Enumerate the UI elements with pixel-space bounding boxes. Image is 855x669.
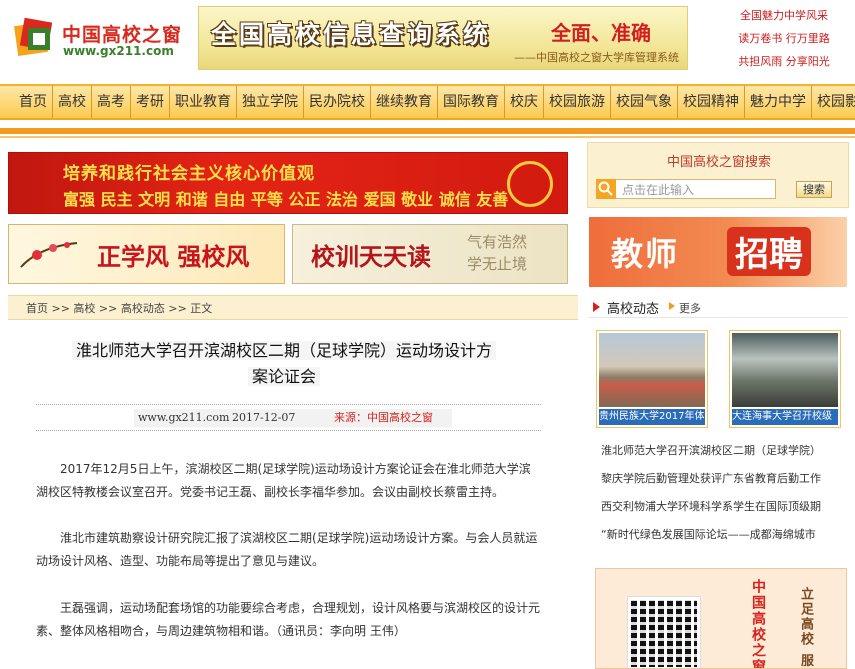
list-item[interactable]: “新时代绿色发展国际论坛——成都海绵城市	[601, 525, 851, 553]
top-link-share[interactable]: 共担风雨 分享阳光	[718, 54, 850, 77]
news-thumbnail[interactable]: 贵州民族大学2017年体	[596, 330, 708, 428]
article-meta: www.gx211.com 2017-12-07 来源：中国高校之窗	[134, 409, 452, 427]
article-title: 淮北师范大学召开滨湖校区二期（足球学院）运动场设计方 案论证会	[54, 338, 514, 390]
search-panel: 中国高校之窗搜索 点击在此输入 搜索	[587, 142, 849, 208]
article-site: www.gx211.com	[138, 411, 230, 424]
nav-item[interactable]: 继续教育	[371, 86, 438, 118]
nav-item[interactable]: 高考	[92, 86, 131, 118]
study-style-banner[interactable]: 正学风 强校风	[8, 224, 285, 284]
news-list: 淮北师范大学召开滨湖校区二期（足球学院） 黎庆学院后勤管理处获评广东省教育后勤工…	[601, 441, 851, 553]
article-paragraph: 淮北市建筑勘察设计研究院汇报了滨湖校区二期(足球学院)运动场设计方案。与会人员就…	[36, 531, 538, 568]
banner-slogan: 全面、准确	[551, 21, 651, 45]
news-photo	[599, 333, 705, 407]
qr-vertical-title: 中国高校之窗	[750, 579, 766, 669]
nav-item[interactable]: 独立学院	[237, 86, 304, 118]
main-nav: 首页 高校 高考 考研 职业教育 独立学院 民办院校 继续教育 国际教育 校庆 …	[0, 84, 855, 120]
plum-blossom-icon	[20, 242, 78, 268]
core-values-list: 富强 民主 文明 和谐 自由 平等 公正 法治 爱国 敬业 诚信 友善	[63, 190, 509, 209]
core-values-banner[interactable]: 培养和践行社会主义核心价值观 富强 民主 文明 和谐 自由 平等 公正 法治 爱…	[8, 152, 568, 214]
recruit-badge: 招聘	[727, 227, 811, 276]
motto-banner[interactable]: 校训天天读 气有浩然 学无止境	[292, 224, 568, 284]
list-item[interactable]: 黎庆学院后勤管理处获评广东省教育后勤工作	[601, 469, 851, 497]
nav-item[interactable]: 考研	[131, 86, 170, 118]
nav-item[interactable]: 校庆	[505, 86, 544, 118]
calligraphy: 气有浩然 学无止境	[467, 231, 527, 275]
news-thumbnail[interactable]: 大连海事大学召开校级	[729, 330, 841, 428]
news-photo	[732, 333, 838, 407]
nav-item[interactable]: 校园精神	[678, 86, 745, 118]
thumbnail-caption: 大连海事大学召开校级	[732, 409, 838, 425]
emblem-icon	[507, 161, 553, 207]
site-logo[interactable]: 中国高校之窗 www.gx211.com	[14, 14, 184, 64]
nav-item[interactable]: 校园旅游	[544, 86, 611, 118]
section-title: 高校动态	[607, 302, 660, 317]
calligraphy-line: 气有浩然	[467, 233, 528, 251]
qr-code-overlay	[628, 597, 700, 668]
top-link-travel[interactable]: 读万卷书 行万里路	[718, 31, 850, 54]
calligraphy-line: 学无止境	[467, 255, 528, 273]
study-style-text: 正学风 强校风	[97, 243, 250, 271]
nav-divider-thin	[0, 136, 855, 138]
nav-item[interactable]: 校园影视	[812, 86, 855, 118]
site-header: 中国高校之窗 www.gx211.com 全国高校信息查询系统 全面、准确 ——…	[0, 0, 855, 84]
logo-url: www.gx211.com	[63, 44, 174, 58]
nav-item[interactable]: 国际教育	[438, 86, 505, 118]
search-title: 中国高校之窗搜索	[666, 155, 771, 170]
article-paragraph: 2017年12月5日上午，滨湖校区二期(足球学院)运动场设计方案论证会在淮北师范…	[36, 462, 531, 499]
search-placeholder: 点击在此输入	[622, 183, 695, 197]
article-paragraph: 王磊强调，运动场配套场馆的功能要综合考虑，合理规划，设计风格要与滨湖校区的设计元…	[36, 601, 541, 638]
more-arrow-icon	[669, 302, 675, 310]
list-item[interactable]: 淮北师范大学召开滨湖校区二期（足球学院）	[601, 441, 851, 469]
article-title-line: 淮北师范大学召开滨湖校区二期（足球学院）运动场设计方	[71, 341, 496, 360]
qr-promo-panel: 中国高校之窗 立足高校 服务	[595, 568, 847, 669]
nav-item[interactable]: 校园气象	[611, 86, 678, 118]
nav-item[interactable]: 魅力中学	[745, 86, 812, 118]
search-button[interactable]: 搜索	[796, 181, 832, 198]
nav-item[interactable]: 职业教育	[170, 86, 237, 118]
nav-item[interactable]: 首页	[14, 86, 53, 118]
search-icon	[596, 179, 616, 199]
core-values-title: 培养和践行社会主义核心价值观	[63, 164, 315, 184]
article-date: 2017-12-07	[232, 411, 296, 424]
meta-divider	[36, 404, 541, 405]
article-source: 来源：中国高校之窗	[334, 411, 433, 424]
query-system-banner[interactable]: 全国高校信息查询系统 全面、准确 ——中国高校之窗大学库管理系统	[198, 6, 688, 70]
motto-text: 校训天天读	[311, 243, 431, 271]
logo-title: 中国高校之窗	[62, 24, 183, 46]
nav-item[interactable]: 民办院校	[304, 86, 371, 118]
nav-divider	[0, 128, 855, 134]
thumbnail-caption: 贵州民族大学2017年体	[599, 409, 705, 425]
recruit-text: 教师	[611, 235, 680, 273]
logo-icon	[14, 17, 53, 56]
list-item[interactable]: 西交利物浦大学环境科学系学生在国际顶级期	[601, 497, 851, 525]
nav-item[interactable]: 高校	[53, 86, 92, 118]
banner-subtitle: ——中国高校之窗大学库管理系统	[514, 51, 679, 64]
news-section-header: 高校动态 更多	[589, 296, 847, 318]
banner-title: 全国高校信息查询系统	[211, 20, 492, 49]
top-links: 全国魅力中学风采 读万卷书 行万里路 共担风雨 分享阳光	[718, 8, 850, 77]
qr-vertical-slogan: 立足高校 服务	[798, 587, 813, 669]
top-link-middle-school[interactable]: 全国魅力中学风采	[718, 8, 850, 31]
more-link[interactable]: 更多	[679, 300, 701, 316]
article-title-line: 案论证会	[247, 367, 320, 386]
meta-divider	[36, 430, 541, 431]
arrow-icon	[593, 302, 600, 312]
breadcrumb[interactable]: 首页 >> 高校 >> 高校动态 >> 正文	[8, 295, 578, 320]
teacher-recruit-banner[interactable]: 教师 招聘	[589, 217, 847, 287]
